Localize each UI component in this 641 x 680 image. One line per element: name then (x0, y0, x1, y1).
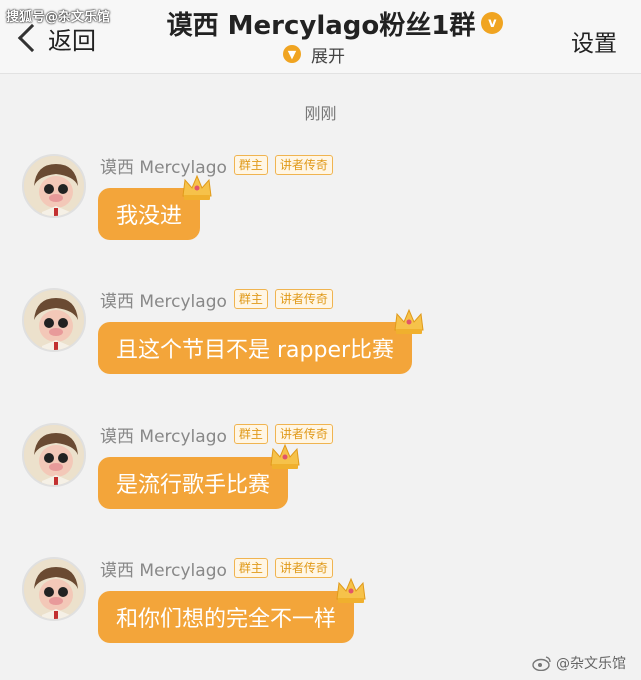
sender-name[interactable]: 谟西 Mercylago (100, 422, 227, 447)
sender-name[interactable]: 谟西 Mercylago (100, 287, 227, 312)
weibo-icon (532, 656, 551, 671)
message-bubble[interactable]: 是流行歌手比赛 (98, 443, 300, 509)
message-item: 谟西 Mercylago 群主 讲者传奇 是流行歌手比赛 (0, 419, 641, 539)
crown-icon (270, 443, 300, 469)
weibo-watermark-text: @杂文乐馆 (556, 656, 626, 672)
message-text: 我没进 (116, 204, 183, 229)
role-tag-owner: 群主 (233, 155, 268, 175)
role-tag-owner: 群主 (233, 424, 268, 444)
message-bubble[interactable]: 和你们想的完全不一样 (98, 577, 366, 643)
sender-info: 谟西 Mercylago 群主 讲者传奇 (100, 287, 333, 312)
message-bubble[interactable]: 且这个节目不是 rapper比赛 (98, 308, 424, 374)
message-text: 和你们想的完全不一样 (116, 607, 337, 632)
back-label: 返回 (48, 26, 96, 55)
avatar[interactable] (22, 557, 86, 621)
chevron-left-icon (17, 23, 47, 53)
role-tag-title: 讲者传奇 (274, 558, 333, 578)
settings-button[interactable]: 设置 (571, 24, 617, 58)
role-tag-owner: 群主 (233, 289, 268, 309)
crown-icon (336, 577, 366, 603)
chat-title: 谟西 Mercylago粉丝1群 (166, 10, 476, 41)
message-text: 且这个节目不是 rapper比赛 (116, 338, 395, 363)
sender-info: 谟西 Mercylago 群主 讲者传奇 (100, 556, 333, 581)
verified-badge-icon: v (481, 12, 504, 34)
avatar[interactable] (22, 288, 86, 352)
role-tag-title: 讲者传奇 (274, 289, 333, 309)
message-text: 是流行歌手比赛 (116, 473, 271, 498)
sender-info: 谟西 Mercylago 群主 讲者传奇 (100, 154, 333, 178)
role-tag-title: 讲者传奇 (274, 155, 333, 175)
chevron-down-icon: ▼ (283, 45, 301, 63)
message-item: 谟西 Mercylago 群主 讲者传奇 我没进 (0, 150, 641, 270)
crown-icon (394, 308, 424, 334)
expand-button[interactable]: ▼ 展开 (283, 42, 345, 67)
message-item: 谟西 Mercylago 群主 讲者传奇 且这个节目不是 rapper比赛 (0, 284, 641, 404)
avatar[interactable] (22, 423, 86, 487)
back-button[interactable]: 返回 (14, 20, 96, 56)
avatar[interactable] (22, 154, 86, 218)
weibo-watermark: @杂文乐馆 (532, 652, 626, 674)
expand-label: 展开 (311, 46, 345, 67)
chat-header: 搜狐号@杂文乐馆 返回 谟西 Mercylago粉丝1群 v ▼ 展开 设置 (0, 0, 641, 74)
message-timestamp: 刚刚 (304, 104, 337, 123)
message-bubble[interactable]: 我没进 (98, 174, 212, 240)
role-tag-owner: 群主 (233, 558, 268, 578)
chat-title-bar: 谟西 Mercylago粉丝1群 v (160, 6, 510, 41)
crown-icon (182, 174, 212, 200)
sender-name[interactable]: 谟西 Mercylago (100, 556, 227, 581)
